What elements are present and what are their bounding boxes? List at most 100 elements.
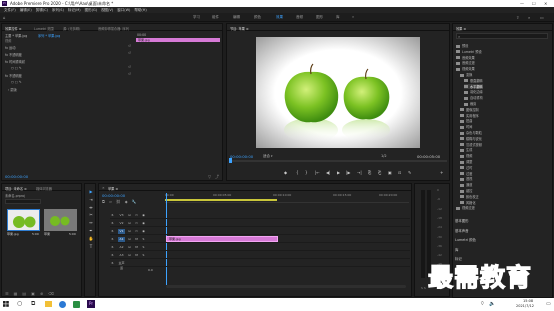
slip-tool-icon[interactable]: ↔ xyxy=(87,219,95,227)
mask-tools[interactable]: ○ □ ✎ xyxy=(11,66,22,70)
maximize-button[interactable]: ☐ xyxy=(532,1,536,6)
effects-tree-item[interactable]: 预设 xyxy=(456,43,468,48)
track-sync-icon[interactable]: ▭ xyxy=(134,213,139,218)
track-visibility-icon[interactable]: ◉ xyxy=(141,221,146,226)
workspace-more[interactable]: » xyxy=(352,15,354,19)
track-sync-icon[interactable]: ▭ xyxy=(134,229,139,234)
timeline-clip-v1[interactable]: 苹果.jpg xyxy=(166,236,278,242)
track-lock-icon[interactable]: ⊡ xyxy=(127,221,132,226)
fit-dropdown-arrow-icon[interactable]: ▾ xyxy=(271,154,273,158)
notification-center-icon[interactable]: ▭ xyxy=(546,301,551,307)
play-icon[interactable]: ▶ xyxy=(337,170,340,175)
tray-volume-icon[interactable]: 🔈 xyxy=(489,301,495,307)
notification-icon[interactable]: ▭ xyxy=(540,15,544,20)
effects-tree-item[interactable]: 图像控制 xyxy=(460,107,479,112)
home-icon[interactable]: ⌂ xyxy=(3,15,6,20)
project-item-thumbnail[interactable] xyxy=(7,209,40,231)
menu-graphics[interactable]: 图形(G) xyxy=(85,8,97,13)
timeline-track-row[interactable]: 6 主声道 xyxy=(110,260,410,270)
workspace-audio[interactable]: 音频 xyxy=(296,15,303,20)
timeline-track-row[interactable]: 6 A3 ⊡ M S xyxy=(110,252,410,259)
mask-expander[interactable]: › 蒙版 xyxy=(8,87,17,92)
nest-icon[interactable]: ⧉ xyxy=(102,199,105,204)
track-sync-icon[interactable]: ▭ xyxy=(134,221,139,226)
menu-sequence[interactable]: 序列(S) xyxy=(52,8,64,13)
add-marker-icon[interactable]: ◆ xyxy=(284,170,287,175)
workspace-assembly[interactable]: 组件 xyxy=(212,15,219,20)
search-icon[interactable]: ⌕ xyxy=(528,15,530,20)
menu-clip[interactable]: 剪辑(C) xyxy=(36,8,48,13)
menu-help[interactable]: 帮助(H) xyxy=(134,8,146,13)
tab-project[interactable]: 项目: 未命名 ≡ xyxy=(5,186,27,191)
fit-dropdown[interactable]: 适合 xyxy=(263,154,270,159)
add-marker-timeline-icon[interactable]: ◆ xyxy=(125,199,128,204)
effects-tree-item[interactable]: 颜色校正 xyxy=(460,194,479,199)
timeline-close-icon[interactable]: ✕ xyxy=(102,186,105,190)
track-visibility-icon[interactable]: ◉ xyxy=(141,213,146,218)
track-lock-icon[interactable]: ⊡ xyxy=(127,237,132,242)
tab-source[interactable]: 源: (无剪辑) xyxy=(63,26,80,31)
reset-opacity-icon[interactable]: ↺ xyxy=(128,51,131,55)
reset-mask-icon[interactable]: ↺ xyxy=(128,65,131,69)
reset-motion-icon[interactable]: ↺ xyxy=(128,44,131,48)
edit-icon[interactable]: ✎ xyxy=(408,170,411,175)
step-forward-icon[interactable]: |▶ xyxy=(346,170,350,175)
tab-timeline-sequence[interactable]: 苹果 ≡ xyxy=(108,186,118,191)
hand-tool-icon[interactable]: ✋ xyxy=(87,235,95,243)
track-lock-icon[interactable]: ⊡ xyxy=(127,253,132,258)
mute-button[interactable]: M xyxy=(134,245,139,250)
effects-tree-item[interactable]: 通道 xyxy=(460,182,472,187)
ec-clip-bar[interactable]: 苹果.jpg xyxy=(136,38,220,42)
taskbar-app-mail-icon[interactable] xyxy=(73,301,80,308)
list-view-icon[interactable]: ☰ xyxy=(5,291,9,296)
task-view-icon[interactable]: ⧉ xyxy=(31,300,35,308)
effect-opacity-sub[interactable]: fx 不透明度 xyxy=(5,73,22,78)
razor-tool-icon[interactable]: ✂ xyxy=(87,211,95,219)
add-button-icon[interactable]: + xyxy=(440,170,443,175)
delete-icon[interactable]: ⌫ xyxy=(48,291,54,296)
menu-file[interactable]: 文件(F) xyxy=(4,8,16,13)
work-area-bar[interactable] xyxy=(165,199,277,201)
effects-tree-item[interactable]: 变换 xyxy=(460,72,472,77)
panel-essential-graphics[interactable]: 基本图形 xyxy=(455,218,469,223)
track-lock-icon[interactable]: ⊡ xyxy=(127,245,132,250)
step-back-icon[interactable]: ◀| xyxy=(326,170,330,175)
effects-tree-item[interactable]: 风格化 xyxy=(460,200,476,205)
effects-tree-item[interactable]: 裁剪 xyxy=(464,101,476,106)
effects-search-input[interactable]: ⌕ xyxy=(456,33,548,39)
start-button-icon[interactable] xyxy=(3,301,9,307)
effects-tree-item[interactable]: 键控 xyxy=(460,188,472,193)
tray-network-icon[interactable]: ⌔ xyxy=(480,301,485,307)
effects-tree-item[interactable]: 扭曲 xyxy=(460,118,472,123)
solo-button[interactable]: S xyxy=(141,237,146,242)
project-sequence-thumbnail[interactable] xyxy=(44,209,77,231)
sequence-clip-label[interactable]: 序列 * 苹果.jpg xyxy=(38,33,60,38)
go-to-in-icon[interactable]: |← xyxy=(315,170,320,175)
ec-timecode[interactable]: 00:00:00:00 xyxy=(5,174,28,179)
clock-time[interactable]: 15:08 xyxy=(523,299,533,303)
track-label[interactable]: V2 xyxy=(118,221,125,226)
timeline-timecode[interactable]: 00:00:00:00 xyxy=(102,193,125,198)
effects-tree-item[interactable]: 视频效果 xyxy=(456,66,475,71)
workspace-effects[interactable]: 效果 xyxy=(276,15,283,20)
timeline-scrollbar[interactable] xyxy=(166,285,406,288)
timeline-track-row[interactable]: 6 V1 ⊡ ▭ ◉ xyxy=(110,228,410,235)
track-label[interactable]: V3 xyxy=(118,213,125,218)
track-label[interactable]: 主声道 xyxy=(118,261,125,270)
workspace-learn[interactable]: 学习 xyxy=(193,15,200,20)
tab-effects[interactable]: 效果 ≡ xyxy=(456,26,466,31)
menu-view[interactable]: 视图(V) xyxy=(101,8,113,13)
workspace-edit[interactable]: 编辑 xyxy=(233,15,240,20)
mark-out-icon[interactable]: } xyxy=(305,170,308,175)
type-tool-icon[interactable]: T xyxy=(87,243,95,251)
export-frame-icon[interactable]: ▣ xyxy=(388,170,392,175)
taskbar-search-icon[interactable]: ○ xyxy=(17,300,22,307)
meter-solo-buttons[interactable]: S S xyxy=(421,286,426,290)
mute-button[interactable]: M xyxy=(134,253,139,258)
program-timecode[interactable]: 00:00:00:00 xyxy=(230,154,253,159)
program-playhead-icon[interactable] xyxy=(229,158,232,163)
menu-window[interactable]: 窗口(W) xyxy=(117,8,130,13)
track-label[interactable]: A2 xyxy=(118,245,125,250)
lift-icon[interactable]: ⎘ xyxy=(368,170,371,175)
tab-lumetri-scopes[interactable]: Lumetri 范围 xyxy=(34,26,54,31)
